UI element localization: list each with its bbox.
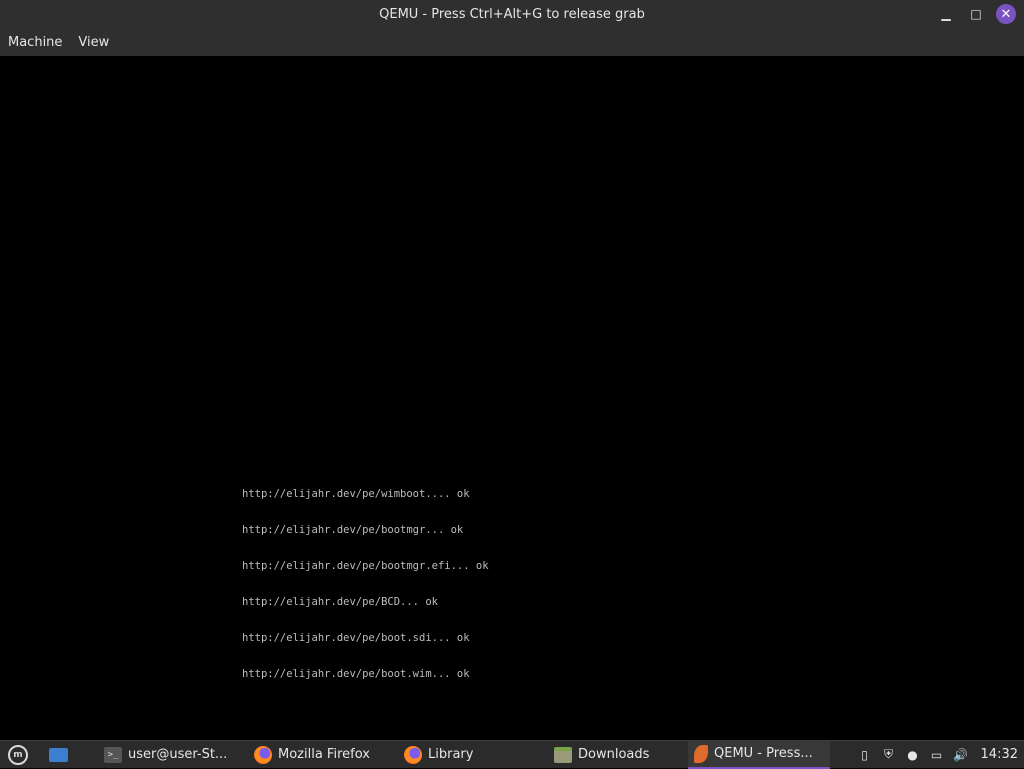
taskbar: m >_ user@user-St... Mozilla Firefox Lib… (0, 740, 1024, 769)
task-label: user@user-St... (128, 747, 228, 762)
clock[interactable]: 14:32 (981, 747, 1018, 762)
task-firefox[interactable]: Mozilla Firefox (248, 741, 398, 769)
user-icon[interactable]: ● (905, 747, 921, 763)
shield-icon[interactable]: ⛨ (881, 747, 897, 763)
menu-machine[interactable]: Machine (0, 35, 70, 50)
qemu-icon (694, 744, 708, 763)
linux-mint-icon: m (8, 744, 28, 765)
task-terminal[interactable]: >_ user@user-St... (98, 741, 248, 769)
show-desktop-button[interactable] (44, 741, 72, 769)
close-icon: ✕ (1000, 6, 1012, 22)
task-label: Library (428, 747, 474, 762)
task-downloads[interactable]: Downloads (548, 741, 688, 769)
task-label: Downloads (578, 747, 650, 762)
boot-log: http://elijahr.dev/pe/wimboot.... ok htt… (242, 464, 489, 704)
boot-log-line: http://elijahr.dev/pe/wimboot.... ok (242, 488, 470, 500)
minimize-icon: ▁ (941, 7, 951, 21)
window-controls: ▁ □ ✕ (936, 4, 1016, 24)
boot-log-line: http://elijahr.dev/pe/boot.sdi... ok (242, 632, 470, 644)
task-label: Mozilla Firefox (278, 747, 370, 762)
boot-log-line: http://elijahr.dev/pe/boot.wim... ok (242, 668, 470, 680)
start-menu-button[interactable]: m (4, 741, 32, 769)
boot-log-line: http://elijahr.dev/pe/bootmgr.efi... ok (242, 560, 489, 572)
boot-log-line: http://elijahr.dev/pe/bootmgr... ok (242, 524, 464, 536)
maximize-icon: □ (970, 7, 982, 21)
clipboard-icon[interactable]: ▯ (857, 747, 873, 763)
show-desktop-icon (48, 747, 68, 762)
volume-icon[interactable]: 🔊 (953, 747, 969, 763)
task-library[interactable]: Library (398, 741, 548, 769)
firefox-icon (404, 745, 422, 764)
window-titlebar[interactable]: QEMU - Press Ctrl+Alt+G to release grab … (0, 0, 1024, 28)
close-button[interactable]: ✕ (996, 4, 1016, 24)
menubar: Machine View (0, 28, 1024, 56)
task-label: QEMU - Press... (714, 746, 813, 761)
system-tray: ▯ ⛨ ● ▭ 🔊 14:32 (857, 747, 1024, 763)
folder-icon (554, 746, 572, 763)
task-qemu[interactable]: QEMU - Press... (688, 740, 830, 769)
network-icon[interactable]: ▭ (929, 747, 945, 763)
firefox-icon (254, 745, 272, 764)
menu-view[interactable]: View (70, 35, 117, 50)
terminal-icon: >_ (104, 746, 122, 763)
window-title: QEMU - Press Ctrl+Alt+G to release grab (379, 6, 645, 22)
maximize-button[interactable]: □ (966, 4, 986, 24)
boot-log-line: http://elijahr.dev/pe/BCD... ok (242, 596, 438, 608)
minimize-button[interactable]: ▁ (936, 4, 956, 24)
vm-display[interactable]: http://elijahr.dev/pe/wimboot.... ok htt… (0, 56, 1024, 740)
